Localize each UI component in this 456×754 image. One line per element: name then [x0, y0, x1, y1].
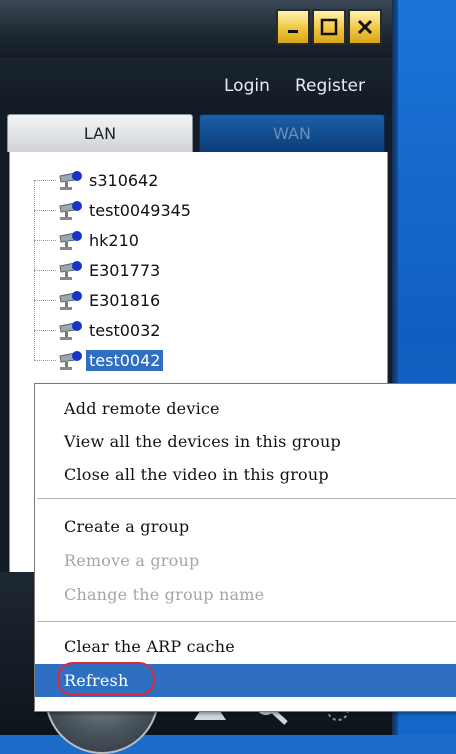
menu-item-view-all-devices[interactable]: View all the devices in this group	[35, 425, 456, 458]
tab-wan[interactable]: WAN	[199, 114, 385, 152]
menu-item-clear-arp-cache[interactable]: Clear the ARP cache	[35, 630, 456, 663]
maximize-icon	[320, 18, 338, 36]
device-label: hk210	[89, 230, 139, 250]
camera-icon	[59, 291, 82, 310]
close-button[interactable]	[348, 9, 382, 45]
register-link[interactable]: Register	[295, 76, 365, 96]
device-label: test0042	[86, 349, 164, 371]
device-label: test0049345	[89, 200, 191, 220]
device-label: E301773	[89, 260, 161, 280]
app-root: Login Register LAN WAN s310642 test00493…	[0, 0, 456, 754]
menu-item-remove-group: Remove a group	[64, 551, 200, 570]
device-item[interactable]: E301816	[34, 286, 163, 314]
camera-icon	[59, 201, 82, 220]
camera-icon	[59, 171, 82, 190]
menu-separator	[37, 498, 456, 500]
device-label: test0032	[89, 320, 161, 340]
device-item[interactable]: hk210	[34, 226, 142, 254]
tab-lan[interactable]: LAN	[7, 114, 193, 152]
device-item[interactable]: test0032	[34, 316, 163, 344]
login-link[interactable]: Login	[224, 76, 270, 96]
close-icon	[357, 19, 373, 35]
menu-item-refresh[interactable]: Refresh	[35, 662, 456, 697]
device-label: E301816	[89, 290, 161, 310]
minimize-button[interactable]	[276, 9, 310, 45]
menu-separator	[37, 621, 456, 623]
menu-item-change-group-name: Change the group name	[64, 585, 265, 604]
minimize-icon	[288, 30, 298, 33]
device-label: s310642	[89, 170, 159, 190]
device-item[interactable]: E301773	[34, 256, 163, 284]
menu-item-close-all-video[interactable]: Close all the video in this group	[35, 458, 456, 491]
title-bar	[0, 0, 392, 59]
device-item[interactable]: s310642	[34, 166, 161, 194]
camera-icon	[59, 261, 82, 280]
camera-icon	[59, 231, 82, 250]
annotation-circle	[57, 662, 155, 696]
maximize-button[interactable]	[312, 9, 346, 45]
device-item[interactable]: test0049345	[34, 196, 194, 224]
menu-item-add-remote-device[interactable]: Add remote device	[35, 392, 456, 425]
camera-icon	[59, 321, 82, 340]
camera-icon	[59, 351, 82, 370]
menu-item-create-group[interactable]: Create a group	[35, 510, 456, 543]
device-item-selected[interactable]: test0042	[34, 346, 164, 374]
context-menu: Add remote device View all the devices i…	[34, 383, 456, 712]
